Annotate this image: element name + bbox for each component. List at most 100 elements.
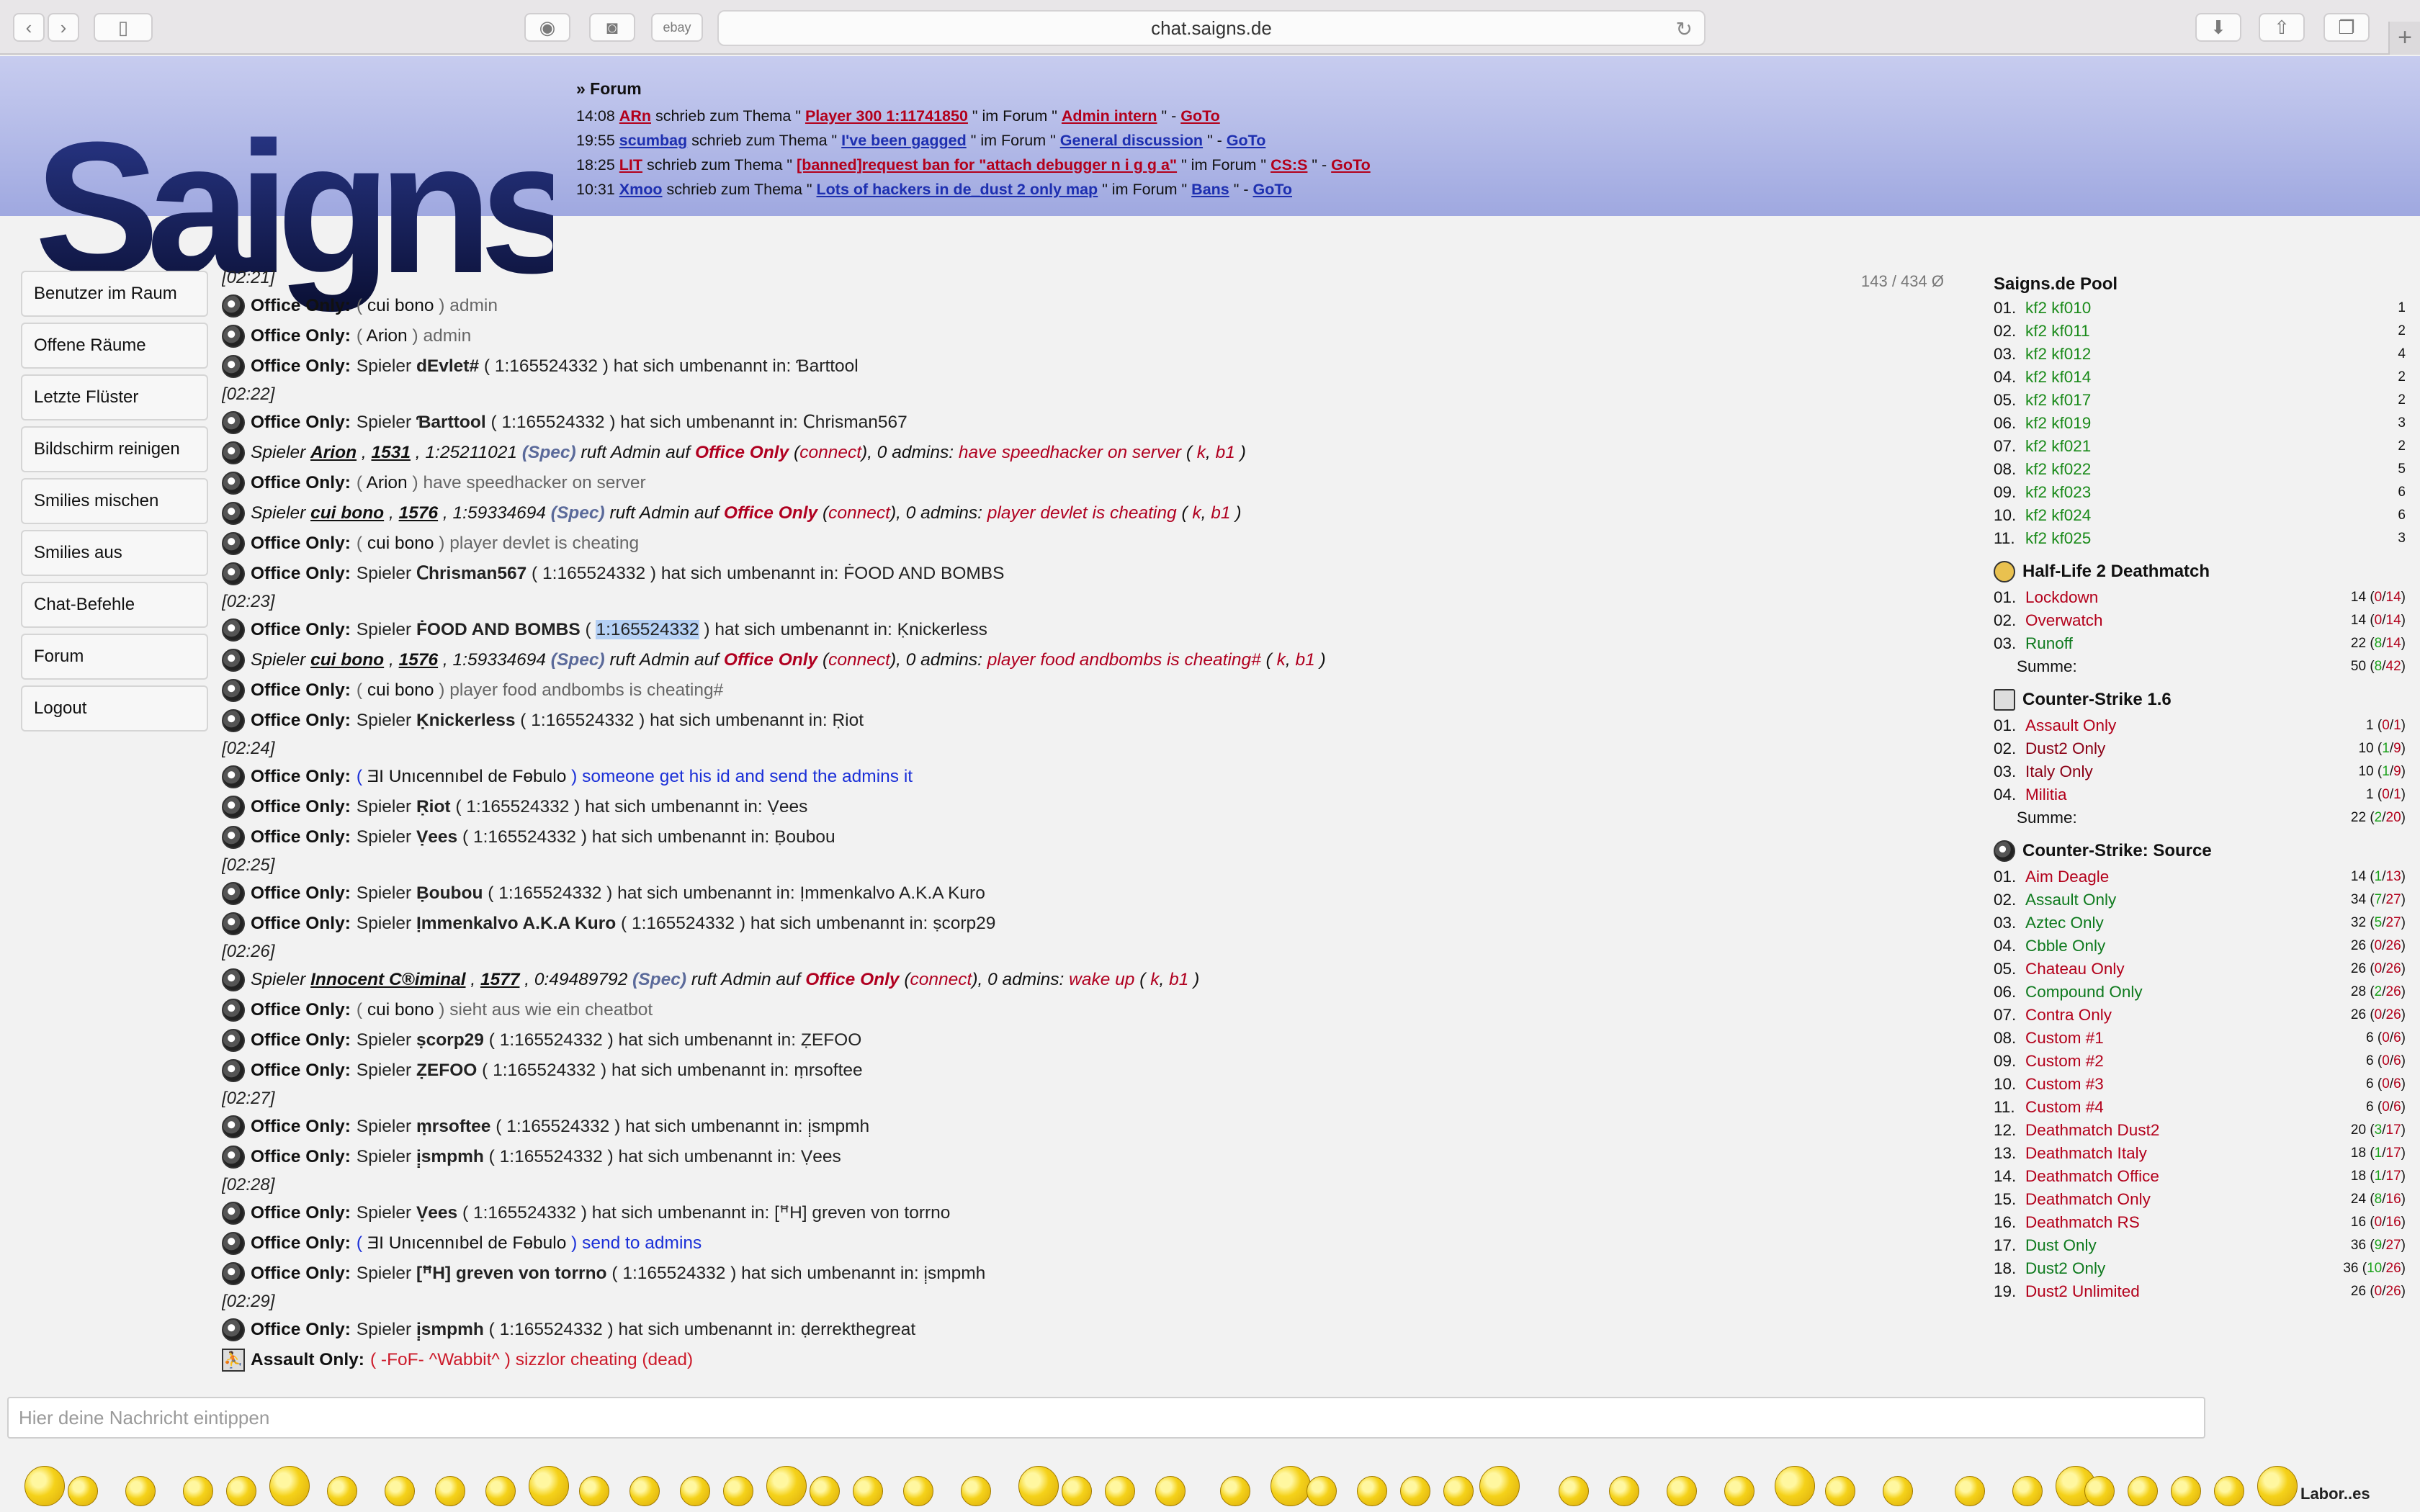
- pool-item[interactable]: 08. kf2 kf022 5: [1994, 458, 2406, 481]
- pool-item-name[interactable]: kf2 kf022: [2025, 458, 2398, 481]
- new-player-name[interactable]: Ⅽhrisman567: [803, 413, 908, 432]
- pool-item-name[interactable]: kf2 kf023: [2025, 481, 2398, 504]
- pool-item[interactable]: 04. kf2 kf014 2: [1994, 366, 2406, 389]
- server-item[interactable]: 07. Contra Only 26 (0/26): [1994, 1004, 2406, 1027]
- old-player-name[interactable]: Ṿees: [416, 827, 457, 847]
- smiley-icon[interactable]: [2084, 1476, 2115, 1506]
- smiley-icon[interactable]: [680, 1476, 710, 1506]
- kick-link[interactable]: k: [1150, 970, 1159, 989]
- connect-link[interactable]: connect: [828, 650, 890, 670]
- smiley-icon[interactable]: [269, 1466, 310, 1506]
- nav-button-smilies-mischen[interactable]: Smilies mischen: [21, 478, 208, 524]
- sidebar-toggle-button[interactable]: ▯: [94, 13, 153, 42]
- server-item-name[interactable]: Custom #2: [2025, 1050, 2366, 1073]
- server-item[interactable]: 08. Custom #1 6 (0/6): [1994, 1027, 2406, 1050]
- caller-number-link[interactable]: 1576: [399, 503, 439, 523]
- news-user-link[interactable]: LIT: [619, 156, 642, 174]
- smiley-icon[interactable]: [2214, 1476, 2244, 1506]
- smiley-icon[interactable]: [1307, 1476, 1337, 1506]
- downloads-button[interactable]: ⬇: [2195, 13, 2241, 42]
- pool-item[interactable]: 02. kf2 kf011 2: [1994, 320, 2406, 343]
- new-tab-button[interactable]: +: [2388, 22, 2420, 55]
- caller-name-link[interactable]: Innocent C®iminal: [310, 970, 465, 989]
- pool-item[interactable]: 05. kf2 kf017 2: [1994, 389, 2406, 412]
- kick-link[interactable]: k: [1197, 443, 1206, 462]
- server-item-name[interactable]: Dust2 Only: [2025, 1257, 2343, 1280]
- caller-steamid-link[interactable]: 1:25211021: [425, 443, 517, 462]
- server-item[interactable]: 04. Cbble Only 26 (0/26): [1994, 935, 2406, 958]
- smiley-icon[interactable]: [766, 1466, 807, 1506]
- smiley-icon[interactable]: [435, 1476, 465, 1506]
- server-item-name[interactable]: Deathmatch Only: [2025, 1188, 2351, 1211]
- news-goto-link[interactable]: GoTo: [1180, 107, 1220, 125]
- smiley-icon[interactable]: [226, 1476, 256, 1506]
- old-player-name[interactable]: [ꟸH] greven von torrno: [416, 1264, 607, 1283]
- old-player-name[interactable]: ẒEFOO: [416, 1061, 477, 1080]
- server-item-name[interactable]: Deathmatch RS: [2025, 1211, 2351, 1234]
- old-player-name[interactable]: ṃrsoftee: [416, 1117, 490, 1136]
- server-item[interactable]: 16. Deathmatch RS 16 (0/16): [1994, 1211, 2406, 1234]
- smiley-icon[interactable]: [1220, 1476, 1250, 1506]
- smiley-icon[interactable]: [1609, 1476, 1639, 1506]
- pool-item[interactable]: 03. kf2 kf012 4: [1994, 343, 2406, 366]
- server-item-name[interactable]: Aim Deagle: [2025, 865, 2351, 888]
- nav-button-smilies-aus[interactable]: Smilies aus: [21, 530, 208, 576]
- message-input[interactable]: Hier deine Nachricht eintippen: [7, 1397, 2205, 1439]
- old-player-name[interactable]: Ịmmenkalvo A.K.A Kuro: [416, 914, 616, 933]
- server-item-name[interactable]: Militia: [2025, 783, 2366, 806]
- nav-button-chat-befehle[interactable]: Chat-Befehle: [21, 582, 208, 628]
- pool-item-name[interactable]: kf2 kf021: [2025, 435, 2398, 458]
- old-player-name[interactable]: Ḳnickerless: [416, 711, 516, 730]
- server-item[interactable]: 01. Assault Only 1 (0/1): [1994, 714, 2406, 737]
- chat-user[interactable]: ƎI Unıcennıbel de Fɵbulo: [367, 1233, 567, 1253]
- server-item-name[interactable]: Custom #3: [2025, 1073, 2366, 1096]
- old-player-name[interactable]: Ⅽhrisman567: [416, 564, 526, 583]
- news-forum-link[interactable]: Bans: [1191, 181, 1229, 198]
- back-button[interactable]: ‹: [13, 13, 45, 42]
- new-player-name[interactable]: ṣcorp29: [933, 914, 995, 933]
- smiley-icon[interactable]: [1955, 1476, 1985, 1506]
- smiley-icon[interactable]: [1105, 1476, 1135, 1506]
- pool-item[interactable]: 07. kf2 kf021 2: [1994, 435, 2406, 458]
- chat-user[interactable]: Arion: [366, 473, 407, 492]
- caller-number-link[interactable]: 1576: [399, 650, 439, 670]
- smiley-icon[interactable]: [1883, 1476, 1913, 1506]
- pool-item-name[interactable]: kf2 kf011: [2025, 320, 2398, 343]
- old-player-name[interactable]: ị̣smpmh: [416, 1147, 484, 1166]
- news-forum-link[interactable]: Admin intern: [1062, 107, 1157, 125]
- ban-link[interactable]: b1: [1295, 650, 1314, 670]
- new-player-name[interactable]: Ɓarttool: [796, 356, 859, 376]
- smiley-icon[interactable]: [961, 1476, 991, 1506]
- caller-steamid-link[interactable]: 1:59334694: [453, 650, 546, 670]
- pool-item-name[interactable]: kf2 kf010: [2025, 297, 2398, 320]
- smiley-icon[interactable]: [1018, 1466, 1059, 1506]
- old-player-name[interactable]: ṣcorp29: [416, 1030, 484, 1050]
- chat-user[interactable]: cui bono: [367, 1000, 434, 1020]
- pool-item-name[interactable]: kf2 kf017: [2025, 389, 2398, 412]
- chat-user[interactable]: cui bono: [367, 296, 434, 315]
- pool-item[interactable]: 11. kf2 kf025 3: [1994, 527, 2406, 550]
- smiley-icon[interactable]: [723, 1476, 753, 1506]
- server-item-name[interactable]: Custom #1: [2025, 1027, 2366, 1050]
- news-topic-link[interactable]: I've been gagged: [841, 132, 967, 149]
- old-player-name[interactable]: Ɓarttool: [416, 413, 486, 432]
- server-item-name[interactable]: Custom #4: [2025, 1096, 2366, 1119]
- chat-user[interactable]: ƎI Unıcennıbel de Fɵbulo: [367, 767, 567, 786]
- server-item[interactable]: 17. Dust Only 36 (9/27): [1994, 1234, 2406, 1257]
- chat-log[interactable]: [02:21] Office Only:( cui bono ) admin Off…: [222, 265, 1950, 1380]
- server-item[interactable]: 02. Dust2 Only 10 (1/9): [1994, 737, 2406, 760]
- smiley-icon[interactable]: [529, 1466, 569, 1506]
- server-item-name[interactable]: Deathmatch Italy: [2025, 1142, 2351, 1165]
- server-item-name[interactable]: Contra Only: [2025, 1004, 2351, 1027]
- server-item[interactable]: 13. Deathmatch Italy 18 (1/17): [1994, 1142, 2406, 1165]
- pool-item[interactable]: 10. kf2 kf024 6: [1994, 504, 2406, 527]
- smiley-icon[interactable]: [629, 1476, 660, 1506]
- new-player-name[interactable]: ḞOOD AND BOMBS: [843, 564, 1004, 583]
- connect-link[interactable]: connect: [799, 443, 861, 462]
- server-item-name[interactable]: Runoff: [2025, 632, 2351, 655]
- news-topic-link[interactable]: [banned]request ban for "attach debugger…: [797, 156, 1177, 174]
- smiley-icon[interactable]: [1775, 1466, 1815, 1506]
- server-item[interactable]: 05. Chateau Only 26 (0/26): [1994, 958, 2406, 981]
- new-player-name[interactable]: ị̣smpmh: [924, 1264, 986, 1283]
- server-item-name[interactable]: Dust Only: [2025, 1234, 2351, 1257]
